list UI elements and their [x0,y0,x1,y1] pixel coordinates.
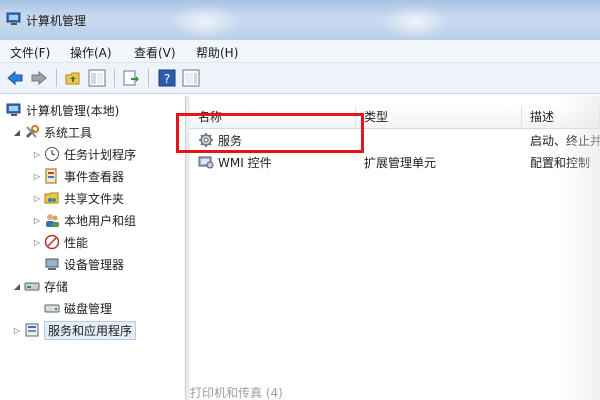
export-list-icon[interactable] [122,69,140,87]
right-edge-shadow [560,96,600,400]
device-manager-icon [44,256,60,272]
computer-management-icon [6,12,21,25]
help-icon[interactable]: ? [158,69,176,87]
tools-icon [24,124,40,140]
tree-storage[interactable]: ◢ 存储 [12,276,68,296]
tree-item-label: 共享文件夹 [64,191,125,206]
tree-disk-label: 磁盘管理 [64,301,113,316]
tree-item-label: 性能 [64,235,89,250]
tree-device-manager[interactable]: 设备管理器 [42,254,124,274]
tree-item-label: 任务计划程序 [64,147,137,162]
menu-file[interactable]: 文件(F) [10,44,50,61]
list-row-wmi[interactable]: WMI 控件 扩展管理单元 配置和控制 [190,152,600,172]
column-header-type[interactable]: 类型 [356,106,522,128]
window-title: 计算机管理 [26,14,87,28]
menu-action[interactable]: 操作(A) [70,44,112,61]
tree-performance[interactable]: ▷ 性能 [32,232,88,252]
svg-text:?: ? [164,72,170,86]
menu-help[interactable]: 帮助(H) [196,44,238,61]
storage-icon [24,278,40,294]
tree-services-apps[interactable]: ▷ 服务和应用程序 [12,320,137,340]
up-folder-icon[interactable] [64,69,82,87]
title-bar: 计算机管理 [0,0,600,40]
users-icon [44,212,60,228]
tree-item-label: 设备管理器 [64,257,125,272]
collapse-arrow-icon[interactable]: ◢ [12,128,22,137]
expand-arrow-icon[interactable]: ▷ [32,172,42,181]
toolbar-separator [114,69,115,87]
expand-arrow-icon[interactable]: ▷ [32,216,42,225]
menu-view[interactable]: 查看(V) [134,44,176,61]
tree-local-users[interactable]: ▷ 本地用户和组 [32,210,136,230]
aero-glow [170,4,240,40]
tree-item-label: 事件查看器 [64,169,125,184]
tree-system-tools[interactable]: ◢ 系统工具 [12,122,92,142]
tree-services-apps-label: 服务和应用程序 [44,320,137,340]
tree-disk-management[interactable]: 磁盘管理 [42,298,112,318]
back-arrow-icon[interactable] [6,69,24,87]
tree-item-label: 本地用户和组 [64,213,137,228]
forward-arrow-icon[interactable] [30,69,48,87]
computer-management-window: 计算机管理 文件(F) 操作(A) 查看(V) 帮助(H) ? 计算机管理(本地… [0,0,600,400]
expand-arrow-icon[interactable]: ▷ [32,238,42,247]
menu-bar: 文件(F) 操作(A) 查看(V) 帮助(H) [0,40,600,63]
shared-folder-icon [44,190,60,206]
collapse-arrow-icon[interactable]: ◢ [12,282,22,291]
performance-icon [44,234,60,250]
tree-shared-folders[interactable]: ▷ 共享文件夹 [32,188,124,208]
wmi-control-icon [198,156,214,169]
toolbar-separator [56,69,57,87]
row-name: WMI 控件 [218,156,272,170]
show-hide-tree-icon[interactable] [88,69,106,87]
toolbar: ? [0,63,600,94]
aero-glow [380,4,450,40]
tree-root[interactable]: 计算机管理(本地) [4,100,119,120]
obscured-bottom-text: 打印机和传真 (4) [190,386,283,400]
toolbar-separator [148,69,149,87]
tree-system-tools-label: 系统工具 [44,125,93,140]
expand-arrow-icon[interactable]: ▷ [12,326,22,335]
row-type: 扩展管理单元 [364,156,437,170]
disk-icon [44,300,60,316]
computer-icon [6,102,22,118]
highlight-box [176,113,364,153]
expand-arrow-icon[interactable]: ▷ [32,194,42,203]
event-viewer-icon [44,168,60,184]
tree-root-label: 计算机管理(本地) [26,103,120,118]
clock-icon [44,146,60,162]
expand-arrow-icon[interactable]: ▷ [32,150,42,159]
tree-storage-label: 存储 [44,279,69,294]
tree-event-viewer[interactable]: ▷ 事件查看器 [32,166,124,186]
tree-task-scheduler[interactable]: ▷ 任务计划程序 [32,144,136,164]
services-apps-icon [24,322,40,338]
show-hide-action-pane-icon[interactable] [182,69,200,87]
console-tree: 计算机管理(本地) ◢ 系统工具 ▷ 任务计划程序 ▷ 事件查看器 ▷ 共享文件… [0,96,186,400]
